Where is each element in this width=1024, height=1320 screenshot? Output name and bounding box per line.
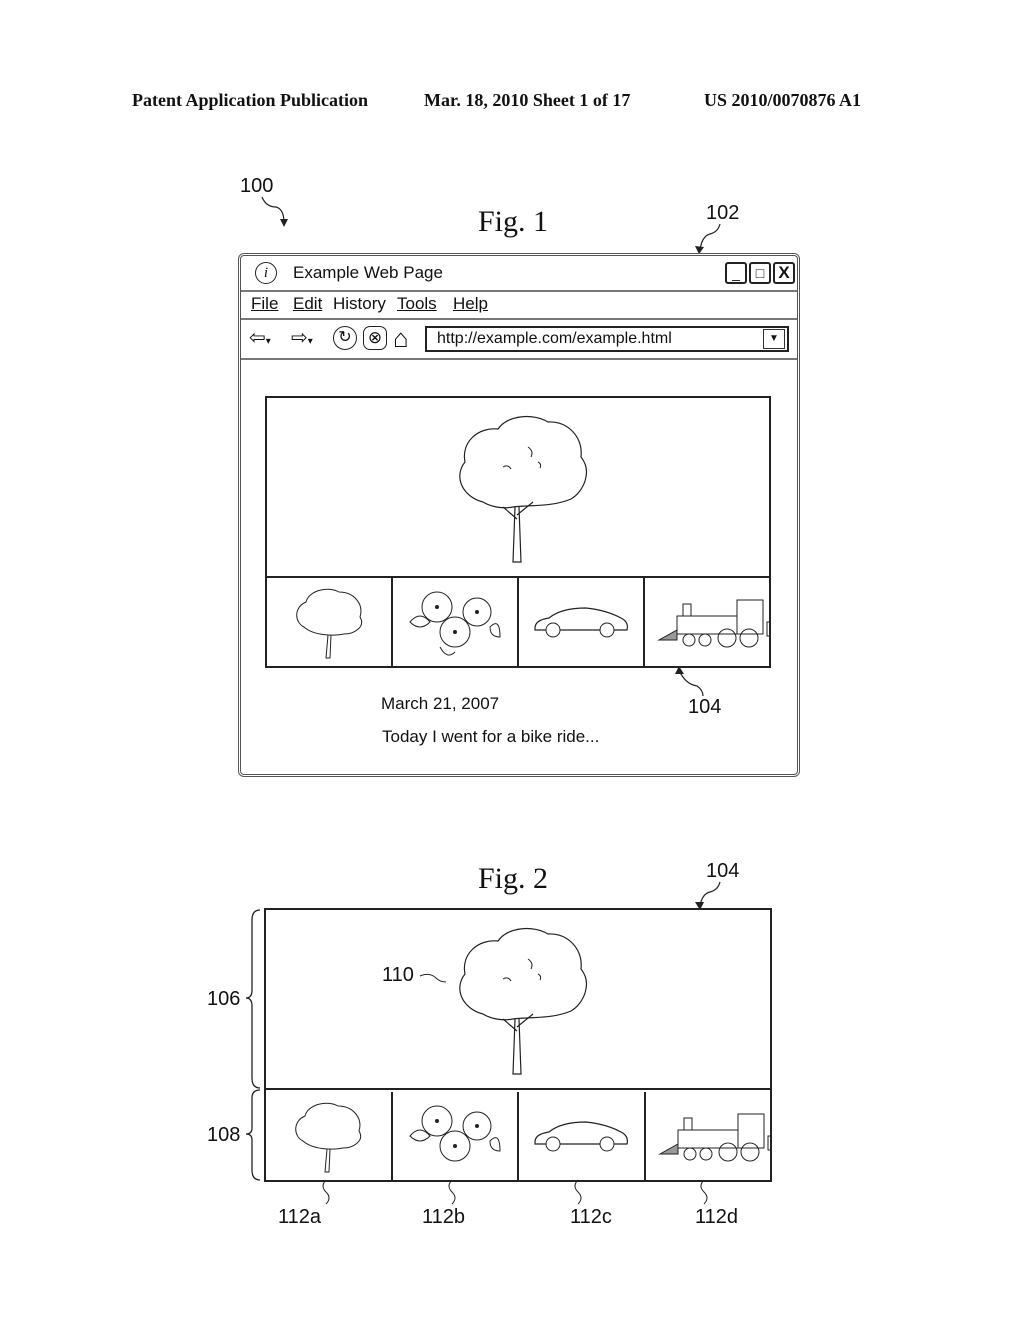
post-text: Today I went for a bike ride... [382, 727, 600, 746]
ref-108: 108 [207, 1124, 241, 1146]
main-tree-image-110 [459, 927, 587, 1075]
region-braces [245, 909, 261, 1181]
train-thumbnail-icon [657, 1113, 770, 1162]
fig2-title: Fig. 2 [478, 862, 549, 895]
ref-112d: 112d [695, 1206, 739, 1228]
thumbnail-112c [519, 1092, 646, 1180]
thumbnail-112d [646, 1092, 770, 1180]
fig1-title: Fig. 1 [478, 205, 549, 238]
tree-thumbnail-icon [296, 588, 362, 659]
car-thumbnail-icon [534, 1121, 629, 1152]
main-image-region [267, 398, 769, 578]
thumbnail-region-108 [266, 1092, 770, 1180]
menu-history[interactable]: History [333, 294, 386, 314]
ref-112a: 112a [278, 1206, 322, 1228]
refresh-icon[interactable]: ↻ [333, 326, 357, 350]
back-button[interactable]: ⇦▾ [249, 326, 271, 354]
title-bar: i Example Web Page _ □ X [241, 256, 797, 292]
address-url: http://example.com/example.html [437, 330, 672, 347]
browser-window: i Example Web Page _ □ X File Edit Histo… [238, 253, 800, 777]
ref-110-leader [419, 973, 447, 983]
tree-thumbnail-icon [295, 1102, 362, 1173]
ref-104-arrow [675, 666, 704, 697]
thumbnail-train[interactable] [645, 578, 769, 666]
publication-label: Patent Application Publication [132, 90, 369, 110]
address-bar[interactable]: http://example.com/example.html ▼ [425, 326, 789, 352]
ref-104: 104 [688, 696, 722, 718]
forward-button[interactable]: ⇨▾ [291, 326, 313, 354]
thumbnail-car[interactable] [519, 578, 645, 666]
window-title: Example Web Page [293, 263, 443, 282]
stop-icon[interactable]: ⊗ [363, 326, 387, 350]
forward-arrow-icon: ⇨ [291, 327, 308, 349]
nav-toolbar: ⇦▾ ⇨▾ ↻ ⊗ ⌂ http://example.com/example.h… [241, 320, 797, 360]
gallery-detail [264, 908, 772, 1182]
flowers-thumbnail-icon [409, 1105, 501, 1162]
maximize-button[interactable]: □ [749, 262, 771, 284]
ref-106: 106 [207, 988, 241, 1010]
thumbnail-strip [267, 578, 769, 666]
menu-help-label: Help [453, 294, 488, 313]
menu-edit[interactable]: Edit [293, 294, 322, 314]
info-icon[interactable]: i [255, 262, 277, 284]
menu-tools-label: Tools [397, 294, 437, 313]
back-arrow-icon: ⇦ [249, 327, 266, 349]
ref-100-arrow [261, 196, 288, 227]
forward-dropdown-icon[interactable]: ▾ [308, 336, 313, 347]
ref-112b: 112b [422, 1206, 466, 1228]
image-gallery [265, 396, 771, 668]
train-thumbnail-icon [656, 599, 769, 648]
post-date: March 21, 2007 [381, 694, 500, 713]
menu-bar: File Edit History Tools Help [241, 292, 797, 320]
minimize-button[interactable]: _ [725, 262, 747, 284]
home-icon[interactable]: ⌂ [393, 325, 409, 351]
ref-102-arrow [695, 223, 721, 254]
menu-file[interactable]: File [251, 294, 278, 314]
menu-help[interactable]: Help [453, 294, 488, 314]
thumbnail-flowers[interactable] [393, 578, 519, 666]
flowers-thumbnail-icon [409, 591, 501, 656]
patent-number: US 2010/0070876 A1 [704, 90, 862, 110]
thumbnail-112a [266, 1092, 393, 1180]
menu-file-label: File [251, 294, 279, 313]
back-dropdown-icon[interactable]: ▾ [266, 336, 271, 347]
thumbnail-112b [393, 1092, 519, 1180]
address-dropdown-icon[interactable]: ▼ [763, 329, 785, 349]
thumb-ref-leaders [322, 1179, 708, 1205]
close-button[interactable]: X [773, 262, 795, 284]
car-thumbnail-icon [534, 607, 628, 638]
ref-112c: 112c [570, 1206, 612, 1228]
date-sheet-label: Mar. 18, 2010 Sheet 1 of 17 [424, 90, 631, 110]
menu-tools[interactable]: Tools [397, 294, 437, 314]
main-image-region-106 [266, 910, 770, 1090]
thumbnail-tree[interactable] [267, 578, 393, 666]
menu-edit-label: Edit [293, 294, 323, 313]
menu-history-label: History [333, 294, 386, 313]
ref-110: 110 [382, 964, 414, 986]
main-tree-image[interactable] [433, 407, 603, 567]
